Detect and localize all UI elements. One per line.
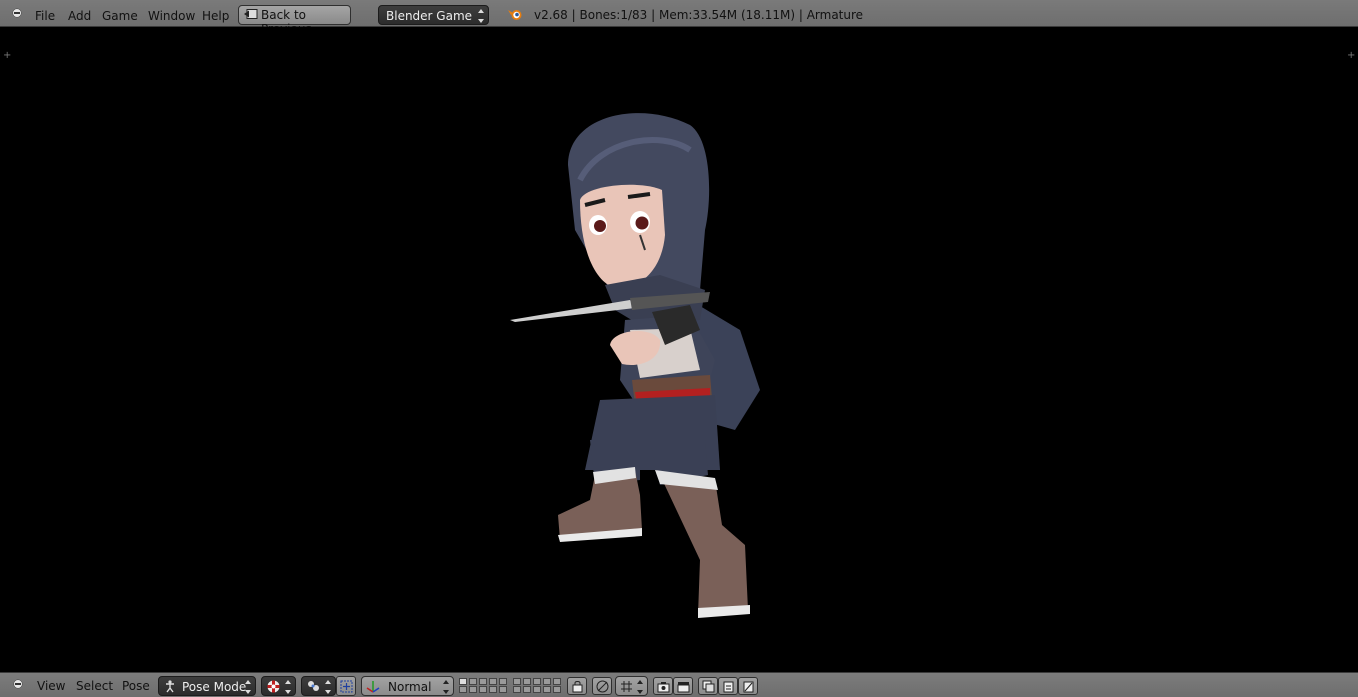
orientation-axis-icon — [366, 679, 380, 693]
transform-orientation-selector[interactable]: Normal — [361, 676, 454, 696]
layer-3[interactable] — [479, 678, 487, 685]
menu-file[interactable]: File — [35, 8, 55, 24]
copy-pose-button[interactable] — [698, 677, 718, 695]
layer-2[interactable] — [469, 678, 477, 685]
layer-4[interactable] — [489, 678, 497, 685]
orientation-dropdown-arrows-icon — [443, 680, 449, 694]
layer-12[interactable] — [469, 686, 477, 693]
layer-17[interactable] — [523, 686, 531, 693]
menu-select[interactable]: Select — [76, 679, 113, 693]
paste-flipped-pose-icon — [742, 680, 755, 696]
menu-help[interactable]: Help — [202, 8, 229, 24]
layer-lock-icon — [571, 680, 584, 696]
proportional-edit-button[interactable] — [592, 677, 612, 695]
menu-view[interactable]: View — [37, 679, 65, 693]
layer-18[interactable] — [533, 686, 541, 693]
menu-window[interactable]: Window — [148, 8, 195, 24]
3d-view-header: View Select Pose Pose Mode Normal — [0, 672, 1358, 697]
clapperboard-icon — [677, 680, 690, 696]
layer-13[interactable] — [479, 686, 487, 693]
snap-element-selector[interactable] — [615, 676, 648, 696]
layer-15[interactable] — [499, 686, 507, 693]
layer-9[interactable] — [543, 678, 551, 685]
header-collapse-icon[interactable] — [12, 8, 22, 18]
paste-pose-icon — [722, 680, 735, 696]
back-screen-icon — [244, 9, 258, 20]
snap-dropdown-arrows-icon — [637, 680, 643, 694]
back-to-previous-button[interactable]: Back to Previous — [238, 5, 351, 36]
dropdown-arrows-icon — [478, 9, 484, 23]
layer-6[interactable] — [513, 678, 521, 685]
snap-increment-icon — [620, 680, 633, 696]
layer-10[interactable] — [553, 678, 561, 685]
pivot-point-selector[interactable] — [301, 676, 336, 696]
camera-icon — [657, 680, 670, 696]
shading-texture-icon — [267, 680, 280, 693]
layer-16[interactable] — [513, 686, 521, 693]
menu-add[interactable]: Add — [68, 8, 91, 24]
layer-11[interactable] — [459, 686, 467, 693]
manipulator-icon — [340, 680, 353, 693]
mode-selector[interactable]: Pose Mode — [158, 676, 256, 696]
layer-buttons-group-1[interactable] — [459, 678, 507, 693]
menu-game[interactable]: Game — [102, 8, 138, 24]
layer-8[interactable] — [533, 678, 541, 685]
3d-viewport[interactable]: + + — [0, 27, 1358, 672]
layer-20[interactable] — [553, 686, 561, 693]
transform-orientation-value: Normal — [388, 680, 432, 694]
layer-14[interactable] — [489, 686, 497, 693]
info-header: File Add Game Window Help Back to Previo… — [0, 0, 1358, 36]
layer-19[interactable] — [543, 686, 551, 693]
viewport-shading-selector[interactable] — [261, 676, 296, 696]
mode-selector-value: Pose Mode — [182, 680, 247, 694]
pivot-median-icon — [307, 680, 320, 693]
manipulator-toggle-button[interactable] — [336, 676, 356, 696]
view-header-collapse-icon[interactable] — [13, 679, 23, 689]
render-opengl-animation-button[interactable] — [673, 677, 693, 695]
pivot-dropdown-arrows-icon — [325, 680, 331, 694]
layer-1[interactable] — [459, 678, 467, 685]
menu-pose[interactable]: Pose — [122, 679, 150, 693]
pose-mode-icon — [164, 680, 177, 693]
proportional-edit-icon — [596, 680, 609, 696]
engine-selector[interactable]: Blender Game — [378, 5, 489, 25]
paste-flipped-pose-button[interactable] — [738, 677, 758, 695]
copy-pose-icon — [702, 680, 715, 696]
blender-logo-icon — [507, 7, 523, 21]
layer-buttons-group-2[interactable] — [513, 678, 561, 693]
layer-5[interactable] — [499, 678, 507, 685]
shading-dropdown-arrows-icon — [285, 680, 291, 694]
armature-character-model[interactable] — [0, 27, 1358, 672]
mode-dropdown-arrows-icon — [245, 680, 251, 694]
status-info: v2.68 | Bones:1/83 | Mem:33.54M (18.11M)… — [534, 8, 864, 22]
engine-selector-value: Blender Game — [386, 9, 473, 23]
layer-lock-button[interactable] — [567, 677, 587, 695]
paste-pose-button[interactable] — [718, 677, 738, 695]
layer-7[interactable] — [523, 678, 531, 685]
render-opengl-image-button[interactable] — [653, 677, 673, 695]
